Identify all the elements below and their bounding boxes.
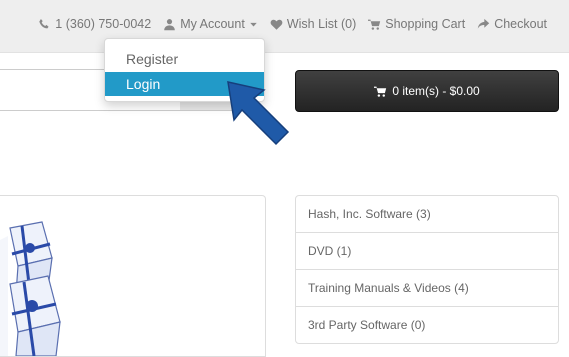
cart-total: 0 item(s) - $0.00 xyxy=(392,84,480,98)
gift-box-image xyxy=(0,221,61,356)
cart-icon xyxy=(368,18,381,31)
my-account-link[interactable]: My Account xyxy=(163,17,258,31)
checkout-label: Checkout xyxy=(494,17,547,31)
content-panel xyxy=(0,195,266,357)
checkout-link[interactable]: Checkout xyxy=(477,17,547,31)
phone-label: 1 (360) 750-0042 xyxy=(55,17,152,31)
cart-button[interactable]: 0 item(s) - $0.00 xyxy=(295,70,559,112)
user-icon xyxy=(163,18,176,31)
wish-list-link[interactable]: Wish List (0) xyxy=(270,17,356,31)
phone-link[interactable]: 1 (360) 750-0042 xyxy=(38,17,151,31)
category-item[interactable]: 3rd Party Software (0) xyxy=(296,307,558,343)
wish-list-label: Wish List (0) xyxy=(286,17,357,31)
top-links: 1 (360) 750-0042 My Account Wish List (0… xyxy=(38,17,547,31)
my-account-label: My Account xyxy=(180,17,245,31)
shopping-cart-link[interactable]: Shopping Cart xyxy=(368,17,465,31)
phone-icon xyxy=(38,18,51,31)
category-item[interactable]: Training Manuals & Videos (4) xyxy=(296,270,558,307)
category-item[interactable]: Hash, Inc. Software (3) xyxy=(296,196,558,233)
category-item[interactable]: DVD (1) xyxy=(296,233,558,270)
top-nav-bar: 1 (360) 750-0042 My Account Wish List (0… xyxy=(0,0,569,53)
caret-down-icon xyxy=(249,18,258,31)
register-menu-item[interactable]: Register xyxy=(105,47,264,71)
pointer-arrow-icon xyxy=(227,81,290,146)
cart-icon xyxy=(374,85,387,98)
heart-icon xyxy=(270,18,283,31)
share-icon xyxy=(477,18,490,31)
shopping-cart-label: Shopping Cart xyxy=(385,17,466,31)
category-list: Hash, Inc. Software (3) DVD (1) Training… xyxy=(295,195,559,344)
